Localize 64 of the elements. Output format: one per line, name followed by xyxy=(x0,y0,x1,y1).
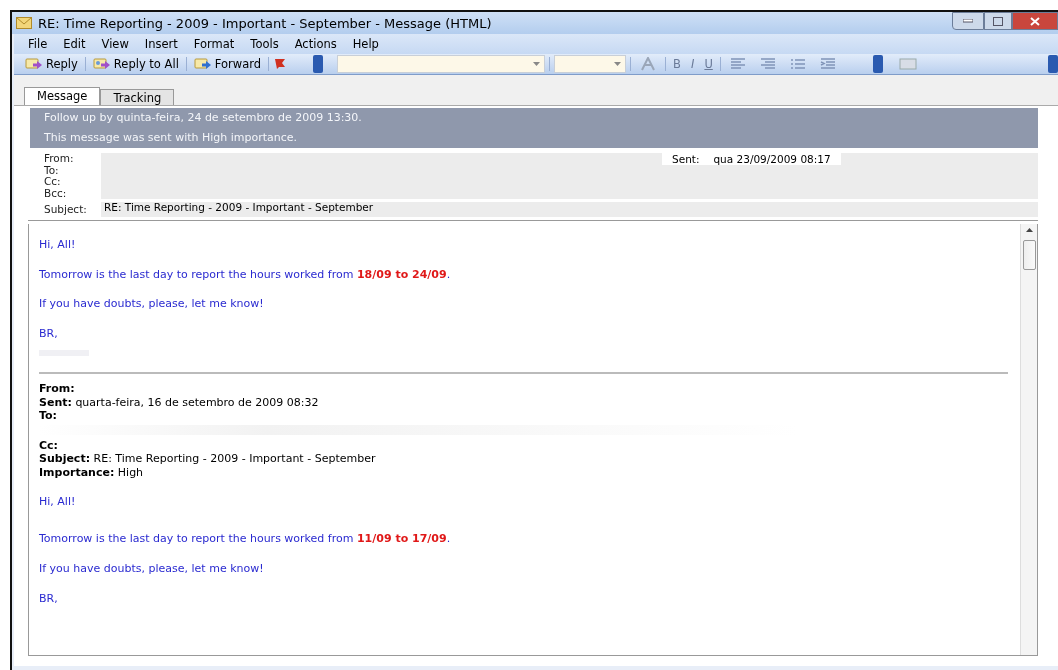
toolbar-grip[interactable] xyxy=(1048,55,1058,73)
quoted-header-line: To: xyxy=(39,409,58,423)
maximize-icon xyxy=(993,16,1003,26)
dropdown-arrow-icon xyxy=(614,62,622,66)
toolbar-grip[interactable] xyxy=(313,55,324,73)
field-label: Bcc: xyxy=(44,187,68,199)
quoted-header-line: From: xyxy=(39,382,76,396)
flag-icon[interactable] xyxy=(273,58,288,70)
field-label: Sent: xyxy=(672,153,700,165)
message-paragraph: If you have doubts, please, let me know! xyxy=(39,562,265,575)
minimize-button[interactable] xyxy=(952,12,984,30)
scroll-thumb[interactable] xyxy=(1022,240,1036,270)
info-text: Follow up by quinta-feira, 24 de setembro de 2009 13:30. xyxy=(43,110,363,126)
font-dropdown[interactable] xyxy=(337,55,546,73)
indent-icon[interactable] xyxy=(819,58,836,70)
message-paragraph: Tomorrow is the last day to report the hours worked from 18/09 to 24/09. xyxy=(39,267,452,281)
dropdown-arrow-icon xyxy=(533,62,541,66)
menu-item[interactable]: File xyxy=(28,37,48,51)
quoted-header-line: Cc: xyxy=(39,438,59,452)
align-left-icon[interactable] xyxy=(729,58,746,70)
message-paragraph: If you have doubts, please, let me know! xyxy=(39,297,265,310)
envelope-icon xyxy=(16,17,32,29)
field-label: Cc: xyxy=(44,176,62,188)
scrollbar[interactable] xyxy=(1020,224,1037,655)
menu-item[interactable]: Actions xyxy=(294,37,337,51)
forward-button[interactable]: Forward xyxy=(190,55,265,73)
menu-item[interactable]: View xyxy=(101,37,129,51)
minimize-icon xyxy=(963,19,973,23)
window-title: RE: Time Reporting - 2009 - Important - September - Message (HTML) xyxy=(38,15,492,31)
message-paragraph: Tomorrow is the last day to report the hours worked from 11/09 to 17/09. xyxy=(39,532,452,545)
quoted-header-line: Subject: RE: Time Reporting - 2009 - Important - September xyxy=(39,452,377,466)
close-icon xyxy=(1030,16,1040,26)
font-color-icon[interactable] xyxy=(640,57,657,71)
size-dropdown[interactable] xyxy=(554,55,627,73)
align-right-icon[interactable] xyxy=(759,58,776,70)
field-label: To: xyxy=(44,164,60,176)
reply-all-icon xyxy=(92,57,111,71)
tab[interactable]: Tracking xyxy=(100,89,175,105)
menu-item[interactable]: Format xyxy=(193,37,235,51)
reply-icon xyxy=(25,57,43,71)
reply-button[interactable]: Reply xyxy=(22,55,81,73)
scroll-up-icon[interactable] xyxy=(1025,228,1033,232)
field-label: From: xyxy=(44,153,75,165)
reply-all-button[interactable]: Reply to All xyxy=(89,55,182,73)
menu-item[interactable]: Help xyxy=(352,37,379,51)
close-button[interactable] xyxy=(1012,12,1058,30)
menu-item[interactable]: Tools xyxy=(250,37,279,51)
message-paragraph: Hi, All! xyxy=(39,238,77,251)
message-paragraph: BR, xyxy=(39,326,59,340)
tab[interactable]: Message xyxy=(24,87,101,105)
maximize-button[interactable] xyxy=(984,12,1012,30)
quoted-header-line: Sent: quarta-feira, 16 de setembro de 2009 08:32 xyxy=(39,395,320,409)
message-paragraph: Hi, All! xyxy=(39,495,77,508)
bullets-icon[interactable] xyxy=(789,58,806,70)
field-label: Subject: xyxy=(44,203,88,216)
forward-icon xyxy=(193,57,212,71)
info-text: This message was sent with High importance. xyxy=(43,130,299,146)
sent-date: qua 23/09/2009 08:17 xyxy=(713,153,831,165)
menu-item[interactable]: Edit xyxy=(63,37,86,51)
message-paragraph: BR, xyxy=(39,592,59,605)
quoted-header-line: Importance: High xyxy=(39,465,145,479)
subject-field: RE: Time Reporting - 2009 - Important - September xyxy=(101,202,1038,217)
menu-item[interactable]: Insert xyxy=(144,37,178,51)
toolbar-grip[interactable] xyxy=(872,55,883,73)
